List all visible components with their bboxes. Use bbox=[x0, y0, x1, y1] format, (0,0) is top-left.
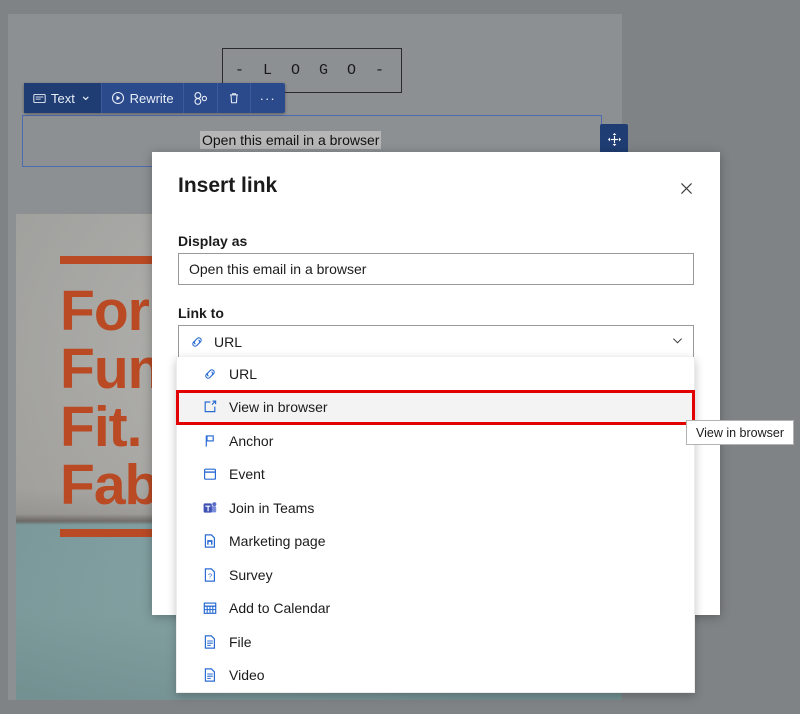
view-in-browser-tooltip: View in browser bbox=[686, 420, 795, 445]
open-in-browser-icon bbox=[201, 399, 218, 416]
trash-icon bbox=[227, 91, 241, 105]
move-block-handle[interactable] bbox=[600, 124, 628, 154]
dropdown-option-label: Event bbox=[229, 466, 265, 483]
dropdown-option-anchor[interactable]: Anchor bbox=[177, 424, 694, 458]
calendar-icon bbox=[201, 466, 218, 483]
link-to-select[interactable]: URL bbox=[178, 325, 694, 358]
personalization-icon bbox=[193, 91, 208, 106]
video-file-icon bbox=[201, 667, 218, 684]
dropdown-option-url[interactable]: URL bbox=[177, 357, 694, 391]
chevron-down-icon bbox=[670, 333, 685, 351]
teams-icon bbox=[201, 499, 218, 516]
link-type-dropdown: URL View in browser Anchor Event Join in… bbox=[176, 357, 695, 693]
toolbar-text-button[interactable]: Text ⌄ bbox=[24, 83, 102, 113]
dropdown-option-label: File bbox=[229, 633, 252, 650]
close-icon[interactable] bbox=[672, 174, 700, 202]
add-to-calendar-icon bbox=[201, 600, 218, 617]
dropdown-option-marketing-page[interactable]: Marketing page bbox=[177, 525, 694, 559]
display-as-input[interactable] bbox=[178, 253, 694, 285]
dropdown-option-event[interactable]: Event bbox=[177, 458, 694, 492]
dropdown-option-label: URL bbox=[229, 365, 258, 382]
more-options-icon: ··· bbox=[259, 90, 276, 106]
toolbar-personalization-button[interactable] bbox=[184, 83, 218, 113]
link-to-selected-value: URL bbox=[214, 333, 243, 350]
anchor-flag-icon bbox=[201, 432, 218, 449]
display-as-label: Display as bbox=[178, 233, 248, 249]
dropdown-option-label: Add to Calendar bbox=[229, 600, 331, 617]
toolbar-rewrite-button[interactable]: Rewrite bbox=[102, 83, 184, 113]
text-block-icon bbox=[33, 92, 46, 105]
toolbar-rewrite-label: Rewrite bbox=[129, 90, 174, 106]
file-icon bbox=[201, 633, 218, 650]
block-toolbar: Text ⌄ Rewrite ··· bbox=[24, 83, 285, 113]
dropdown-option-survey[interactable]: ? Survey bbox=[177, 558, 694, 592]
dropdown-option-label: Video bbox=[229, 667, 265, 684]
dropdown-option-join-in-teams[interactable]: Join in Teams bbox=[177, 491, 694, 525]
marketing-page-icon bbox=[201, 533, 218, 550]
toolbar-delete-button[interactable] bbox=[218, 83, 251, 113]
dialog-title: Insert link bbox=[178, 174, 278, 197]
dropdown-option-view-in-browser[interactable]: View in browser bbox=[176, 389, 695, 425]
dropdown-option-file[interactable]: File bbox=[177, 625, 694, 659]
toolbar-more-options-button[interactable]: ··· bbox=[251, 83, 285, 113]
survey-icon: ? bbox=[201, 566, 218, 583]
svg-text:?: ? bbox=[207, 571, 211, 580]
toolbar-text-label: Text bbox=[51, 90, 75, 106]
dropdown-option-add-to-calendar[interactable]: Add to Calendar bbox=[177, 592, 694, 626]
dropdown-option-label: Anchor bbox=[229, 432, 274, 449]
rewrite-sparkle-icon bbox=[111, 91, 125, 105]
dropdown-option-label: Marketing page bbox=[229, 533, 326, 550]
link-to-label: Link to bbox=[178, 305, 224, 321]
selected-link-text: Open this email in a browser bbox=[200, 131, 382, 149]
dropdown-option-label: Survey bbox=[229, 566, 273, 583]
tooltip-text: View in browser bbox=[696, 425, 785, 440]
move-arrows-icon bbox=[607, 132, 621, 146]
link-chain-icon bbox=[201, 365, 218, 382]
dropdown-option-label: View in browser bbox=[229, 399, 328, 416]
dropdown-option-video[interactable]: Video bbox=[177, 659, 694, 693]
link-chain-icon bbox=[189, 334, 205, 350]
dropdown-option-label: Join in Teams bbox=[229, 499, 315, 516]
logo-placeholder-text: - L O G O - bbox=[234, 62, 390, 79]
